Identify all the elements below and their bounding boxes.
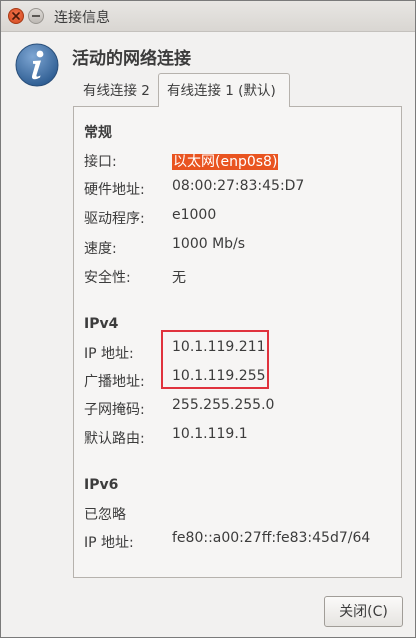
ipv4-address-label: IP 地址: — [84, 346, 134, 362]
info-icon — [15, 43, 59, 87]
window-minimize-button[interactable] — [28, 8, 44, 24]
driver-label: 驱动程序: — [84, 211, 145, 227]
page-title: 活动的网络连接 — [72, 49, 191, 69]
security-value[interactable]: 无 — [172, 267, 186, 287]
tab-wired-connection-2[interactable]: 有线连接 2 — [77, 77, 159, 106]
driver-value[interactable]: e1000 — [172, 207, 216, 223]
interface-label: 接口: — [84, 154, 117, 170]
default-route-label: 默认路由: — [84, 431, 145, 447]
interface-value[interactable]: 以太网(enp0s8) — [172, 154, 279, 170]
close-icon — [12, 12, 20, 20]
ipv6-address-value[interactable]: fe80::a00:27ff:fe83:45d7/64 — [172, 530, 370, 546]
broadcast-address-label: 广播地址: — [84, 374, 145, 390]
connection-info-dialog: 连接信息 活动的网络连接 有线连接 2 有线连接 1 (默认) 常规 接口: 以… — [0, 0, 416, 638]
title-bar: 连接信息 — [1, 1, 415, 32]
speed-value[interactable]: 1000 Mb/s — [172, 236, 245, 252]
hardware-address-value[interactable]: 08:00:27:83:45:D7 — [172, 178, 304, 194]
window-title: 连接信息 — [54, 10, 110, 26]
window-close-button[interactable] — [8, 8, 24, 24]
tab-wired-connection-1[interactable]: 有线连接 1 (默认) — [158, 73, 290, 107]
hardware-address-label: 硬件地址: — [84, 182, 145, 198]
default-route-value[interactable]: 10.1.119.1 — [172, 426, 248, 442]
close-button[interactable]: 关闭(C) — [324, 596, 403, 627]
subnet-mask-value[interactable]: 255.255.255.0 — [172, 397, 274, 413]
subnet-mask-label: 子网掩码: — [84, 402, 145, 418]
security-label: 安全性: — [84, 270, 131, 286]
section-ipv6-title: IPv6 — [84, 477, 119, 493]
ipv6-ignored-label: 已忽略 — [84, 507, 126, 523]
section-general-title: 常规 — [84, 125, 112, 141]
highlight-box — [161, 330, 269, 389]
section-ipv4-title: IPv4 — [84, 316, 119, 332]
ipv6-address-label: IP 地址: — [84, 535, 134, 551]
speed-label: 速度: — [84, 241, 117, 257]
